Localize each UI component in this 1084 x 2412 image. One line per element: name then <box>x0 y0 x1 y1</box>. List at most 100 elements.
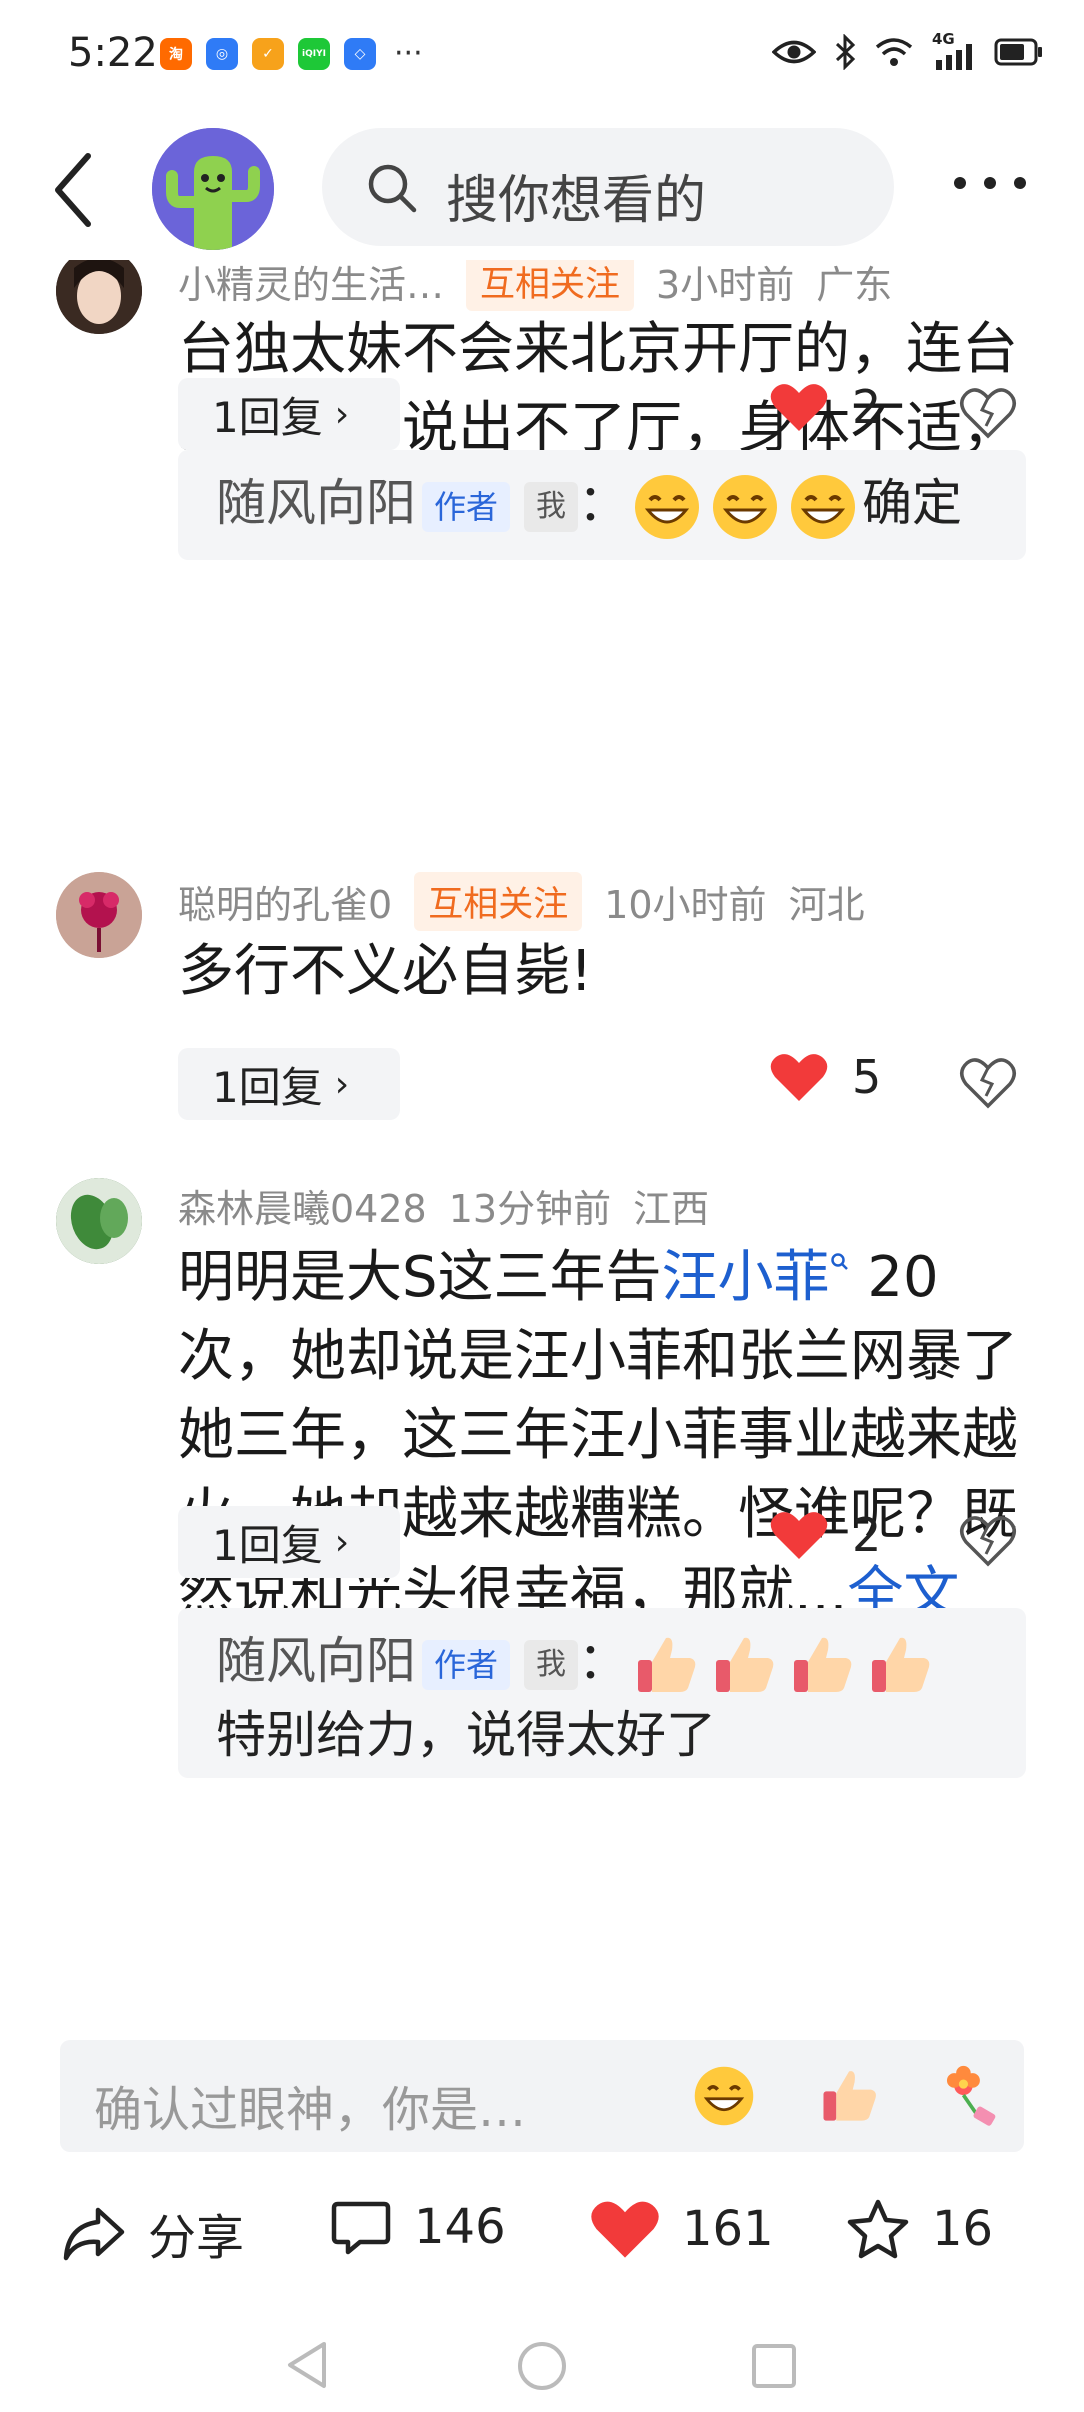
top-navigation: 搜你想看的 <box>0 110 1084 260</box>
search-icon <box>368 164 417 213</box>
nav-back-icon[interactable] <box>284 2340 330 2390</box>
nav-home-icon[interactable] <box>516 2340 568 2392</box>
more-notifications-icon: ··· <box>394 36 423 71</box>
sub-reply-username[interactable]: 随风向阳 <box>216 474 416 532</box>
me-tag: 我 <box>524 1639 579 1690</box>
heart-filled-icon <box>591 2201 659 2258</box>
cellular-signal-icon: 4G <box>932 30 976 70</box>
chevron-right-icon: › <box>334 393 350 435</box>
broken-heart-icon[interactable] <box>958 382 1018 442</box>
comment-text[interactable]: 多行不义必自毙! <box>178 932 1028 1011</box>
user-photo-icon <box>56 260 142 334</box>
like-control[interactable]: 2 <box>770 1508 881 1562</box>
heart-filled-icon <box>770 384 828 431</box>
heart-filled-icon <box>770 1512 828 1559</box>
thumbs-up-emoji-icon <box>794 1637 852 1692</box>
comment-username[interactable]: 聪明的孔雀0 <box>178 874 392 929</box>
app-circle-icon: ◎ <box>206 38 238 70</box>
colon-separator: ： <box>578 1632 629 1690</box>
chevron-right-icon: › <box>334 1063 350 1105</box>
comment-count: 146 <box>414 2199 506 2255</box>
grin-emoji-icon <box>791 474 856 539</box>
flower-emoji-icon[interactable] <box>936 2064 1000 2128</box>
topic-link[interactable]: 汪小菲 <box>662 1245 830 1310</box>
reply-count-label: 1回复 <box>212 1062 323 1112</box>
comment-meta: 森林晨曦0428 13分钟前 江西 <box>178 1178 709 1233</box>
comment-avatar[interactable] <box>56 1178 142 1264</box>
comment-location: 江西 <box>633 1187 710 1231</box>
cactus-avatar-icon <box>152 128 274 250</box>
star-outline-icon <box>847 2199 909 2259</box>
comment-meta: 小精灵的生活… 互相关注 3小时前 广东 <box>178 260 892 311</box>
flower-avatar-icon <box>56 872 142 958</box>
search-link-icon <box>830 1253 848 1270</box>
comment-input-placeholder: 确认过眼神，你是… <box>94 2082 527 2138</box>
like-control[interactable]: 5 <box>770 1050 881 1104</box>
mutual-follow-badge: 互相关注 <box>414 872 583 931</box>
broken-heart-icon[interactable] <box>958 1052 1018 1112</box>
share-button[interactable]: 分享 <box>62 2198 244 2268</box>
colon-separator: ： <box>578 474 629 532</box>
comment-time: 3小时前 <box>656 263 795 307</box>
leaf-avatar-icon <box>56 1178 142 1264</box>
more-options-icon[interactable] <box>950 168 1030 198</box>
status-app-icons: 淘 ◎ ✓ iQIYI ◇ ··· <box>160 38 423 70</box>
status-indicators: 4G <box>772 30 1044 70</box>
sub-reply[interactable]: 随风向阳 作者我： 特别给力，说得太好了 <box>178 1608 1026 1778</box>
comment-username[interactable]: 小精灵的生活… <box>178 260 444 309</box>
post-like-count: 161 <box>682 2201 774 2257</box>
comment-count-button[interactable]: 146 <box>330 2198 506 2256</box>
view-replies-button[interactable]: 1回复 › <box>178 378 400 450</box>
sub-reply-username[interactable]: 随风向阳 <box>216 1632 416 1690</box>
author-tag: 作者 <box>422 481 511 532</box>
like-count: 5 <box>852 1050 882 1104</box>
thumbs-up-emoji-icon <box>716 1637 774 1692</box>
nav-recents-icon[interactable] <box>750 2342 798 2390</box>
like-control[interactable]: 2 <box>770 380 881 434</box>
comment-username[interactable]: 森林晨曦0428 <box>178 1178 427 1233</box>
comment-input[interactable]: 确认过眼神，你是… <box>60 2040 1024 2152</box>
comment-location: 河北 <box>788 883 865 927</box>
comment-meta: 聪明的孔雀0 互相关注 10小时前 河北 <box>178 872 865 931</box>
comment-list: 小精灵的生活… 互相关注 3小时前 广东 台独太妹不会来北京开厅的，连台湾开庭都… <box>0 260 1084 2010</box>
mutual-follow-badge: 互相关注 <box>466 260 635 311</box>
comment-avatar[interactable] <box>56 872 142 958</box>
reply-count-label: 1回复 <box>212 392 323 442</box>
favorite-button[interactable]: 16 <box>846 2198 993 2260</box>
comment-avatar[interactable] <box>56 260 142 334</box>
favorite-count: 16 <box>932 2201 994 2257</box>
comment-time: 10小时前 <box>604 883 767 927</box>
comment-bubble-icon <box>331 2201 391 2255</box>
sub-reply-text: 特别给力，说得太好了 <box>216 1705 716 1764</box>
battery-icon <box>994 38 1042 66</box>
sub-reply-text: 确定 <box>862 474 963 532</box>
view-replies-button[interactable]: 1回复 › <box>178 1506 400 1578</box>
app-check-icon: ✓ <box>252 38 284 70</box>
reply-count-label: 1回复 <box>212 1520 323 1570</box>
share-label: 分享 <box>148 2210 245 2266</box>
status-time: 5:22 <box>68 30 158 76</box>
share-icon <box>63 2207 125 2261</box>
broken-heart-icon[interactable] <box>958 1510 1018 1570</box>
comment-location: 广东 <box>816 263 893 307</box>
me-tag: 我 <box>524 481 579 532</box>
post-action-bar: 分享 146 161 16 <box>0 2180 1084 2290</box>
sub-reply[interactable]: 随风向阳 作者我： 确定 <box>178 450 1026 560</box>
comment-text-part: 明明是大S这三年告 <box>178 1245 662 1310</box>
author-avatar[interactable] <box>152 128 274 250</box>
thumbs-up-emoji-icon[interactable] <box>818 2064 882 2128</box>
status-bar: 5:22 淘 ◎ ✓ iQIYI ◇ ··· 4G <box>0 0 1084 110</box>
view-replies-button[interactable]: 1回复 › <box>178 1048 400 1120</box>
grin-emoji-icon[interactable] <box>692 2064 756 2128</box>
like-post-button[interactable]: 161 <box>590 2198 774 2260</box>
taobao-icon: 淘 <box>160 38 192 70</box>
author-tag: 作者 <box>422 1639 511 1690</box>
heart-filled-icon <box>770 1054 828 1101</box>
like-count: 2 <box>852 1508 882 1562</box>
grin-emoji-icon <box>635 474 700 539</box>
app-diamond-icon: ◇ <box>344 38 376 70</box>
search-bar[interactable]: 搜你想看的 <box>322 128 894 246</box>
back-arrow-icon[interactable] <box>48 150 108 230</box>
chevron-right-icon: › <box>334 1521 350 1563</box>
iqiyi-icon: iQIYI <box>298 38 330 70</box>
